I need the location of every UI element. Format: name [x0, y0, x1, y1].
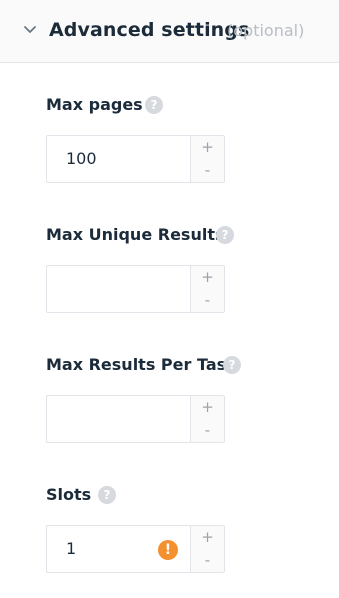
slots-stepper: + - — [190, 526, 224, 572]
warning-icon: ! — [158, 540, 178, 560]
increment-button[interactable]: + — [191, 396, 224, 419]
slots-label: Slots — [46, 485, 92, 504]
max-pages-label: Max pages — [46, 95, 143, 114]
max-results-per-task-input[interactable]: + - — [46, 395, 225, 443]
optional-label: (optional) — [227, 21, 305, 40]
max-pages-input[interactable]: 100 + - — [46, 135, 225, 183]
advanced-settings-header[interactable]: Advanced settings (optional) — [0, 0, 339, 63]
max-results-per-task-stepper: + - — [190, 396, 224, 442]
chevron-down-icon[interactable] — [22, 22, 38, 38]
help-icon[interactable]: ? — [223, 356, 241, 374]
help-icon[interactable]: ? — [98, 486, 116, 504]
max-unique-results-stepper: + - — [190, 266, 224, 312]
max-unique-results-label: Max Unique Results — [46, 225, 225, 244]
slots-input[interactable]: 1 ! + - — [46, 525, 225, 573]
decrement-button[interactable]: - — [191, 289, 224, 312]
max-pages-stepper: + - — [190, 136, 224, 182]
decrement-button[interactable]: - — [191, 549, 224, 572]
section-title: Advanced settings — [49, 19, 250, 41]
advanced-settings-panel: Advanced settings (optional) Max pages ?… — [0, 0, 339, 598]
max-pages-value[interactable]: 100 — [66, 149, 97, 168]
max-unique-results-input[interactable]: + - — [46, 265, 225, 313]
increment-button[interactable]: + — [191, 266, 224, 289]
increment-button[interactable]: + — [191, 526, 224, 549]
help-icon[interactable]: ? — [216, 226, 234, 244]
decrement-button[interactable]: - — [191, 419, 224, 442]
slots-value[interactable]: 1 — [66, 539, 76, 558]
max-results-per-task-label: Max Results Per Task — [46, 355, 237, 374]
help-icon[interactable]: ? — [145, 96, 163, 114]
decrement-button[interactable]: - — [191, 159, 224, 182]
increment-button[interactable]: + — [191, 136, 224, 159]
